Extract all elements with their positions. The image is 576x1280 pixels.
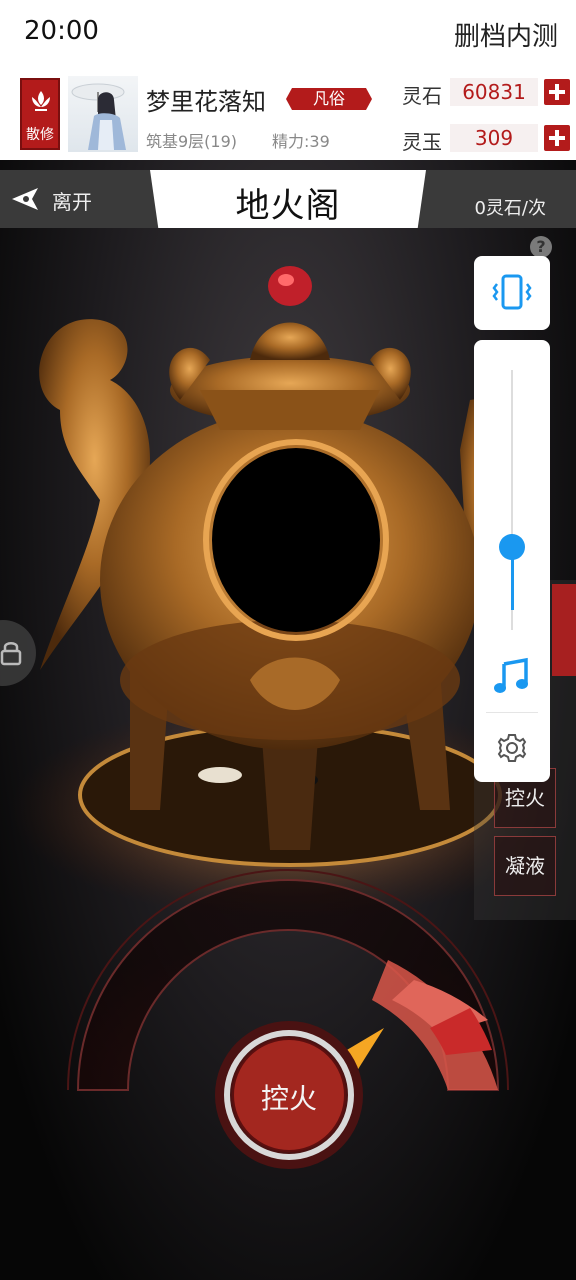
back-arrow-icon — [12, 188, 38, 210]
character-portrait-icon — [71, 83, 126, 150]
side-tab[interactable] — [552, 584, 576, 676]
build-tag: 删档内测 — [453, 22, 558, 52]
sect-badge[interactable]: 散修 — [20, 78, 60, 150]
help-icon[interactable]: ? — [530, 236, 552, 258]
status-bar: 20:00 删档内测 — [0, 0, 576, 68]
spirit-stone-label: 灵石 — [402, 84, 442, 108]
spirit-jade-value: 309 — [450, 124, 538, 152]
volume-panel — [474, 340, 550, 782]
vibrate-icon — [492, 274, 532, 310]
control-fire-button[interactable]: 控火 — [214, 1020, 364, 1170]
rank-badge: 凡俗 — [286, 86, 372, 112]
energy-value: 精力:39 — [272, 132, 330, 151]
lock-icon — [0, 642, 22, 666]
volume-slider-handle[interactable] — [499, 534, 525, 561]
lotus-icon — [32, 91, 50, 111]
cost-per-use: 0灵石/次 — [474, 198, 546, 219]
player-header: 散修 梦里花落知 凡俗 筑基9层(19) 精力:39 灵石 60831 灵玉 3… — [0, 68, 576, 160]
add-spirit-stone-button[interactable] — [544, 79, 570, 105]
title-text: 地火阁 — [235, 186, 341, 226]
vibrate-toggle[interactable] — [474, 256, 550, 330]
leave-label: 离开 — [52, 190, 92, 214]
sect-label: 散修 — [26, 127, 54, 143]
spirit-jade-label: 灵玉 — [402, 130, 442, 154]
avatar[interactable] — [68, 76, 138, 152]
fire-pavilion-scene: 离开 0灵石/次 地火阁 ? 控火 凝液 控火 — [0, 160, 576, 1280]
music-icon[interactable] — [492, 656, 532, 696]
player-name: 梦里花落知 — [146, 88, 266, 116]
page-title: 地火阁 — [150, 170, 426, 228]
spirit-stone-value: 60831 — [450, 78, 538, 106]
clock: 20:00 — [24, 16, 99, 46]
add-spirit-jade-button[interactable] — [544, 125, 570, 151]
control-fire-label: 控火 — [260, 1082, 317, 1115]
panel-divider — [486, 712, 538, 713]
gear-icon[interactable] — [496, 732, 528, 764]
cultivation-level: 筑基9层(19) — [146, 132, 238, 151]
rank-label: 凡俗 — [312, 89, 345, 108]
